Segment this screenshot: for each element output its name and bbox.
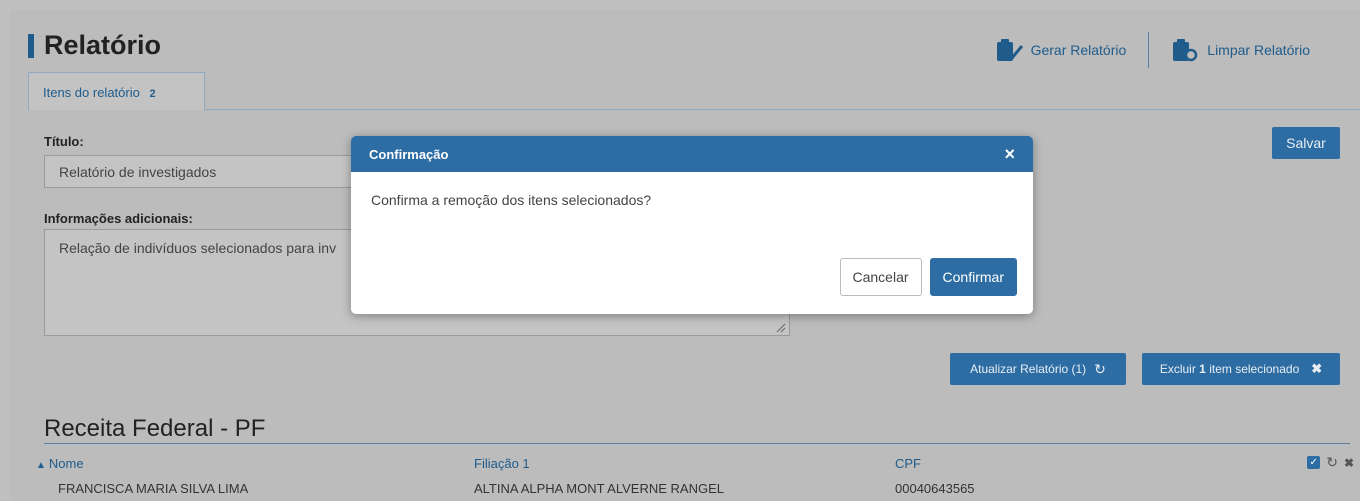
- column-header-cpf[interactable]: CPF: [895, 456, 921, 471]
- cell-nome: FRANCISCA MARIA SILVA LIMA: [58, 481, 249, 496]
- dialog-title: Confirmação: [369, 146, 449, 162]
- generate-report-button[interactable]: Gerar Relatório: [995, 37, 1127, 63]
- tab-label: Itens do relatório: [43, 85, 140, 100]
- clear-report-label: Limpar Relatório: [1207, 42, 1310, 58]
- cell-cpf: 00040643565: [895, 481, 975, 496]
- tab-count-badge: 2: [149, 88, 156, 100]
- clipboard-check-icon: [996, 39, 1023, 61]
- tab-underline: [205, 109, 1360, 110]
- title-input[interactable]: Relatório de investigados: [44, 155, 364, 188]
- sort-up-icon: ▲: [36, 460, 46, 471]
- close-icon[interactable]: ×: [1004, 144, 1015, 165]
- generate-report-label: Gerar Relatório: [1030, 42, 1127, 58]
- cancel-button[interactable]: Cancelar: [839, 258, 922, 296]
- cell-filiacao: ALTINA ALPHA MONT ALVERNE RANGEL: [474, 481, 724, 496]
- clear-report-button[interactable]: Limpar Relatório: [1171, 37, 1310, 63]
- close-icon[interactable]: ✖: [1344, 456, 1354, 470]
- confirmation-dialog: Confirmação × Confirma a remoção dos ite…: [351, 136, 1033, 314]
- refresh-icon: ↻: [1094, 360, 1106, 377]
- title-accent-bar: [28, 33, 34, 58]
- title-field-label: Título:: [44, 134, 84, 149]
- info-field-label: Informações adicionais:: [44, 211, 193, 226]
- delete-suffix: item selecionado: [1205, 362, 1300, 376]
- page-header: Relatório: [28, 30, 161, 61]
- delete-selected-button[interactable]: Excluir 1 item selecionado ✖: [1142, 353, 1340, 385]
- toolbar: Gerar Relatório Limpar Relatório: [995, 32, 1310, 68]
- page-title: Relatório: [44, 30, 162, 60]
- update-report-label: Atualizar Relatório (1): [970, 362, 1087, 376]
- tab-report-items[interactable]: Itens do relatório 2: [28, 72, 205, 110]
- section-title: Receita Federal - PF: [44, 415, 266, 442]
- close-icon: ✖: [1311, 361, 1323, 376]
- resize-handle-icon[interactable]: [776, 323, 786, 333]
- dialog-footer: Cancelar Confirmar: [839, 258, 1017, 296]
- row-actions: ✓ ↻ ✖: [1307, 454, 1354, 471]
- delete-prefix: Excluir: [1159, 362, 1200, 376]
- refresh-icon[interactable]: ↻: [1326, 454, 1338, 471]
- dialog-header: Confirmação ×: [351, 136, 1033, 172]
- section-divider: [44, 443, 1350, 444]
- column-header-filiacao[interactable]: Filiação 1: [474, 456, 530, 471]
- column-header-nome[interactable]: ▲ Nome: [36, 456, 84, 471]
- dialog-message: Confirma a remoção dos itens selecionado…: [371, 192, 652, 208]
- checkbox-icon[interactable]: ✓: [1307, 456, 1321, 469]
- confirm-button[interactable]: Confirmar: [929, 258, 1017, 296]
- toolbar-divider: [1148, 32, 1150, 68]
- save-button[interactable]: Salvar: [1272, 127, 1340, 159]
- delete-count: 1: [1199, 362, 1206, 376]
- update-report-button[interactable]: Atualizar Relatório (1) ↻: [950, 353, 1126, 385]
- clipboard-refresh-icon: [1173, 39, 1198, 62]
